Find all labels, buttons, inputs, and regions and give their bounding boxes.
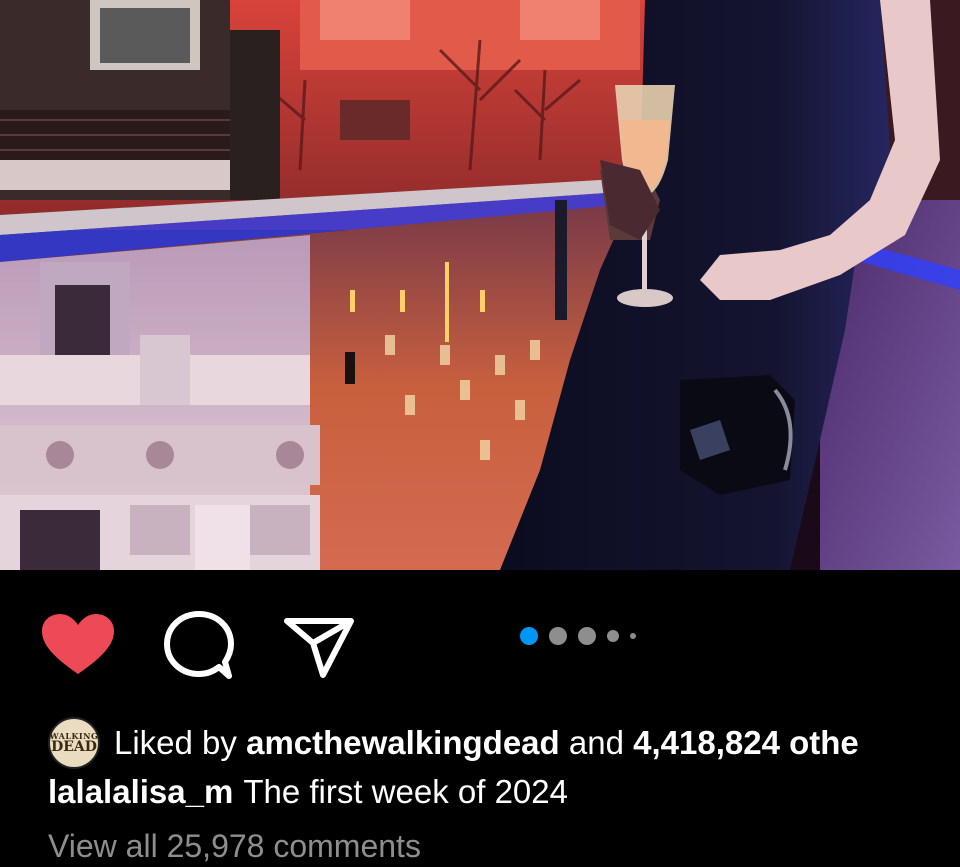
carousel-dot-active (520, 627, 538, 645)
caption-text: The first week of 2024 (243, 773, 568, 810)
likes-count[interactable]: 4,418,824 othe (633, 724, 859, 762)
carousel-dot (607, 630, 619, 642)
carousel-indicator (520, 626, 636, 646)
like-button[interactable] (40, 610, 116, 680)
view-all-comments-link[interactable]: View all 25,978 comments (48, 828, 421, 865)
carousel-dot (630, 633, 636, 639)
liked-by-and: and (568, 724, 624, 761)
post-image[interactable] (0, 0, 960, 570)
likes-summary[interactable]: WALKING DEAD Liked by amcthewalkingdead … (48, 716, 859, 770)
carousel-dot (549, 627, 567, 645)
heart-icon (42, 614, 114, 674)
liked-by-prefix: Liked by (114, 724, 237, 761)
share-button[interactable] (280, 608, 358, 684)
post-caption: lalalalisa_m The first week of 2024 (48, 768, 568, 816)
comment-icon (164, 611, 234, 679)
liked-by-username[interactable]: amcthewalkingdead (246, 724, 560, 762)
comment-button[interactable] (160, 608, 238, 684)
carousel-dot (578, 627, 596, 645)
post-image-illustration (0, 0, 960, 570)
post-actions-bar (0, 570, 960, 710)
liker-avatar[interactable]: WALKING DEAD (48, 717, 100, 769)
avatar-text-bottom: DEAD (51, 739, 97, 755)
share-icon (284, 618, 354, 678)
caption-username[interactable]: lalalalisa_m (48, 773, 233, 811)
